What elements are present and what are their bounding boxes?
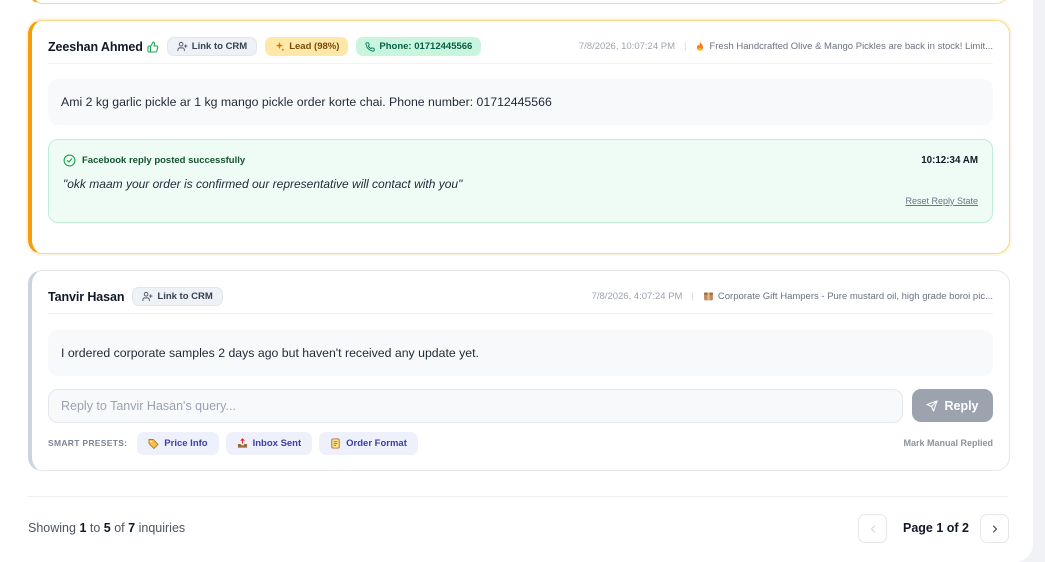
lead-badge-label: Lead (98%) [289,41,340,52]
author-name: Zeeshan Ahmed [48,39,143,54]
total-count: 7 [128,521,136,535]
range-to: 5 [103,521,111,535]
mark-manual-replied-link[interactable]: Mark Manual Replied [903,438,993,448]
smart-presets-label: SMART PRESETS: [48,438,128,448]
package-icon [703,291,714,302]
inquiry-card: Tanvir Hasan Link to CRM 7/8/2026, 4:07:… [28,270,1010,471]
link-to-crm-button[interactable]: Link to CRM [166,37,258,56]
footer-divider [28,496,1008,497]
reset-reply-state-link[interactable]: Reset Reply State [905,196,978,206]
range-from: 1 [79,521,87,535]
reply-status: Facebook reply posted successfully [63,154,245,167]
preset-label: Inbox Sent [252,437,302,449]
reply-button[interactable]: Reply [912,389,993,422]
author-name: Tanvir Hasan [48,289,125,304]
preset-label: Order Format [346,437,407,449]
phone-icon [365,41,376,52]
send-icon [926,399,939,412]
preset-price-info-button[interactable]: Price Info [137,431,219,455]
thumbs-up-icon [147,40,159,53]
timestamp: 7/8/2026, 4:07:24 PM [591,291,683,302]
link-to-crm-button[interactable]: Link to CRM [132,287,223,306]
sparkles-icon [274,41,285,52]
inquiry-message: I ordered corporate samples 2 days ago b… [48,330,993,376]
page-indicator: Page 1 of 2 [903,521,969,535]
inquiry-card: Zeeshan Ahmed Link to CRM Lead (98%) Pho… [28,20,1010,254]
phone-badge-label: Phone: 01712445566 [379,41,473,52]
inquiry-meta: 7/8/2026, 10:07:24 PM | Fresh Handcrafte… [579,41,993,52]
user-plus-icon [177,41,188,52]
timestamp: 7/8/2026, 10:07:24 PM [578,41,675,52]
previous-inquiry-card [28,0,1010,4]
post-title-link[interactable]: Corporate Gift Hampers - Pure mustard oi… [718,291,993,302]
check-circle-icon [63,154,76,167]
preset-inbox-sent-button[interactable]: Inbox Sent [225,431,313,455]
fire-icon [695,41,705,52]
inquiry-header: Zeeshan Ahmed Link to CRM Lead (98%) Pho… [48,30,993,64]
link-to-crm-label: Link to CRM [191,41,248,52]
showing-prefix: Showing [28,521,76,535]
phone-badge: Phone: 01712445566 [356,37,482,56]
tag-icon [148,438,159,449]
reply-text: "okk maam your order is confirmed our re… [63,177,463,191]
chevron-left-icon [867,523,879,535]
chevron-right-icon [989,523,1001,535]
divider: | [691,291,694,302]
to-word: to [89,521,101,535]
inquiry-header: Tanvir Hasan Link to CRM 7/8/2026, 4:07:… [48,280,993,314]
reply-button-label: Reply [944,398,979,413]
link-to-crm-label: Link to CRM [157,291,213,302]
preset-order-format-button[interactable]: Order Format [319,431,418,455]
of-word: of [114,521,125,535]
next-page-button[interactable] [980,514,1009,543]
reply-success-box: Facebook reply posted successfully 10:12… [48,139,993,223]
outbox-tray-icon [237,437,248,449]
smart-presets: SMART PRESETS: Price Info Inbox Sent Ord… [48,431,993,455]
results-summary: Showing 1 to 5 of 7 inquiries [28,521,185,535]
inquiry-message: Ami 2 kg garlic pickle ar 1 kg mango pic… [48,79,993,125]
preset-label: Price Info [164,437,208,449]
inquiry-meta: 7/8/2026, 4:07:24 PM | Corporate Gift Ha… [592,291,993,302]
lead-badge: Lead (98%) [265,37,349,56]
results-suffix: inquiries [138,521,186,535]
memo-icon [330,438,341,449]
previous-page-button[interactable] [858,514,887,543]
divider: | [684,41,687,52]
message-text: Ami 2 kg garlic pickle ar 1 kg mango pic… [61,95,552,109]
reply-time: 10:12:34 AM [921,155,978,166]
user-plus-icon [142,291,153,302]
reply-input[interactable] [48,389,903,423]
reply-status-label: Facebook reply posted successfully [82,155,246,166]
message-text: I ordered corporate samples 2 days ago b… [61,346,479,360]
post-title-link[interactable]: Fresh Handcrafted Olive & Mango Pickles … [709,41,993,52]
